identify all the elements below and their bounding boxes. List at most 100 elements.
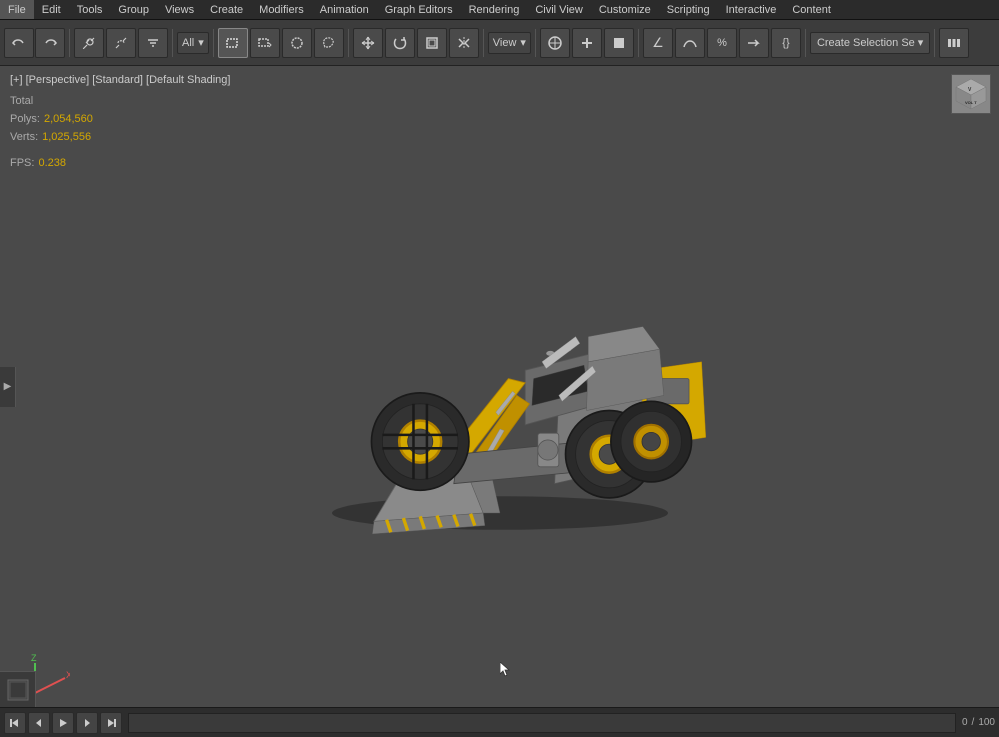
- menu-bar: File Edit Tools Group Views Create Modif…: [0, 0, 999, 20]
- next-frame-icon: [81, 717, 93, 729]
- svg-text:X: X: [66, 670, 70, 680]
- create-selection-arrow-icon: ▾: [918, 36, 924, 49]
- svg-text:Z: Z: [31, 653, 37, 663]
- sep1: [69, 29, 70, 57]
- frame-end-label: 100: [978, 717, 995, 728]
- link-button[interactable]: [74, 28, 104, 58]
- menu-create[interactable]: Create: [202, 0, 251, 19]
- menu-group[interactable]: Group: [110, 0, 157, 19]
- more-button[interactable]: [939, 28, 969, 58]
- menu-modifiers[interactable]: Modifiers: [251, 0, 312, 19]
- play-icon: [57, 717, 69, 729]
- panel-collapse-button[interactable]: ▶: [0, 367, 16, 407]
- go-start-icon: [9, 717, 21, 729]
- menu-animation[interactable]: Animation: [312, 0, 377, 19]
- select-circle-button[interactable]: [282, 28, 312, 58]
- box-button[interactable]: [604, 28, 634, 58]
- select-rect-button[interactable]: [218, 28, 248, 58]
- lasso-icon: [321, 35, 337, 51]
- view-label: View: [493, 37, 517, 49]
- more-icon: [946, 35, 962, 51]
- circle-select-icon: [289, 35, 305, 51]
- undo-button[interactable]: [4, 28, 34, 58]
- rotate-icon: [392, 35, 408, 51]
- menu-civil-view[interactable]: Civil View: [527, 0, 590, 19]
- move-icon: [360, 35, 376, 51]
- menu-interactive[interactable]: Interactive: [718, 0, 785, 19]
- sep4: [348, 29, 349, 57]
- percent-button[interactable]: %: [707, 28, 737, 58]
- move-button[interactable]: [353, 28, 383, 58]
- mode-arrow-icon: ▾: [198, 36, 204, 49]
- mini-viewport[interactable]: [0, 671, 36, 707]
- menu-graph-editors[interactable]: Graph Editors: [377, 0, 461, 19]
- prev-frame-button[interactable]: [28, 712, 50, 734]
- box-icon: [611, 35, 627, 51]
- bracket-button[interactable]: {}: [771, 28, 801, 58]
- angle-button[interactable]: ∠: [643, 28, 673, 58]
- link2-icon: [547, 35, 563, 51]
- undo-icon: [11, 35, 27, 51]
- menu-scripting[interactable]: Scripting: [659, 0, 718, 19]
- curve-button[interactable]: [675, 28, 705, 58]
- timeline[interactable]: [128, 713, 956, 733]
- sep5: [483, 29, 484, 57]
- scale-icon: [424, 35, 440, 51]
- unlink-icon: [113, 35, 129, 51]
- go-start-button[interactable]: [4, 712, 26, 734]
- prev-frame-icon: [33, 717, 45, 729]
- mirror-icon: [456, 35, 472, 51]
- viewport[interactable]: ▶ [+] [Perspective] [Standard] [Default …: [0, 66, 999, 707]
- percent-icon: %: [717, 37, 727, 49]
- sep7: [638, 29, 639, 57]
- menu-views[interactable]: Views: [157, 0, 202, 19]
- arrow-button[interactable]: [739, 28, 769, 58]
- plus-button[interactable]: [572, 28, 602, 58]
- select-lasso-button[interactable]: [314, 28, 344, 58]
- frame-separator: /: [972, 717, 975, 728]
- filter-button[interactable]: [138, 28, 168, 58]
- angle-icon: ∠: [652, 35, 664, 51]
- sep8: [805, 29, 806, 57]
- chevron-right-icon: ▶: [4, 381, 12, 392]
- menu-content[interactable]: Content: [784, 0, 839, 19]
- view-arrow-icon: ▾: [520, 36, 526, 49]
- unlink-button[interactable]: [106, 28, 136, 58]
- mini-view-icon: [6, 678, 30, 702]
- go-end-icon: [105, 717, 117, 729]
- undo-redo-group: [4, 28, 65, 58]
- go-end-button[interactable]: [100, 712, 122, 734]
- rect-select-icon: [225, 35, 241, 51]
- sep2: [172, 29, 173, 57]
- scale-button[interactable]: [417, 28, 447, 58]
- create-selection-button[interactable]: Create Selection Se ▾: [810, 32, 930, 54]
- create-selection-label: Create Selection Se: [817, 37, 915, 49]
- menu-edit[interactable]: Edit: [34, 0, 69, 19]
- bottom-panel: 0 / 100: [0, 707, 999, 737]
- select-options-button[interactable]: [250, 28, 280, 58]
- redo-icon: [42, 35, 58, 51]
- mirror-button[interactable]: [449, 28, 479, 58]
- frame-start-label: 0: [962, 717, 968, 728]
- redo-button[interactable]: [35, 28, 65, 58]
- menu-file[interactable]: File: [0, 0, 34, 19]
- rotate-button[interactable]: [385, 28, 415, 58]
- play-button[interactable]: [52, 712, 74, 734]
- link2-button[interactable]: [540, 28, 570, 58]
- sep9: [934, 29, 935, 57]
- mode-dropdown[interactable]: All ▾: [177, 32, 209, 54]
- toolbar: All ▾: [0, 20, 999, 66]
- link-icon: [81, 35, 97, 51]
- menu-tools[interactable]: Tools: [69, 0, 111, 19]
- sep3: [213, 29, 214, 57]
- menu-rendering[interactable]: Rendering: [461, 0, 528, 19]
- bracket-icon: {}: [782, 37, 789, 49]
- arrow-icon: [746, 35, 762, 51]
- view-dropdown[interactable]: View ▾: [488, 32, 531, 54]
- sep6: [535, 29, 536, 57]
- mode-label: All: [182, 37, 194, 49]
- menu-customize[interactable]: Customize: [591, 0, 659, 19]
- scene-container: [0, 66, 999, 707]
- next-frame-button[interactable]: [76, 712, 98, 734]
- filter-icon: [145, 35, 161, 51]
